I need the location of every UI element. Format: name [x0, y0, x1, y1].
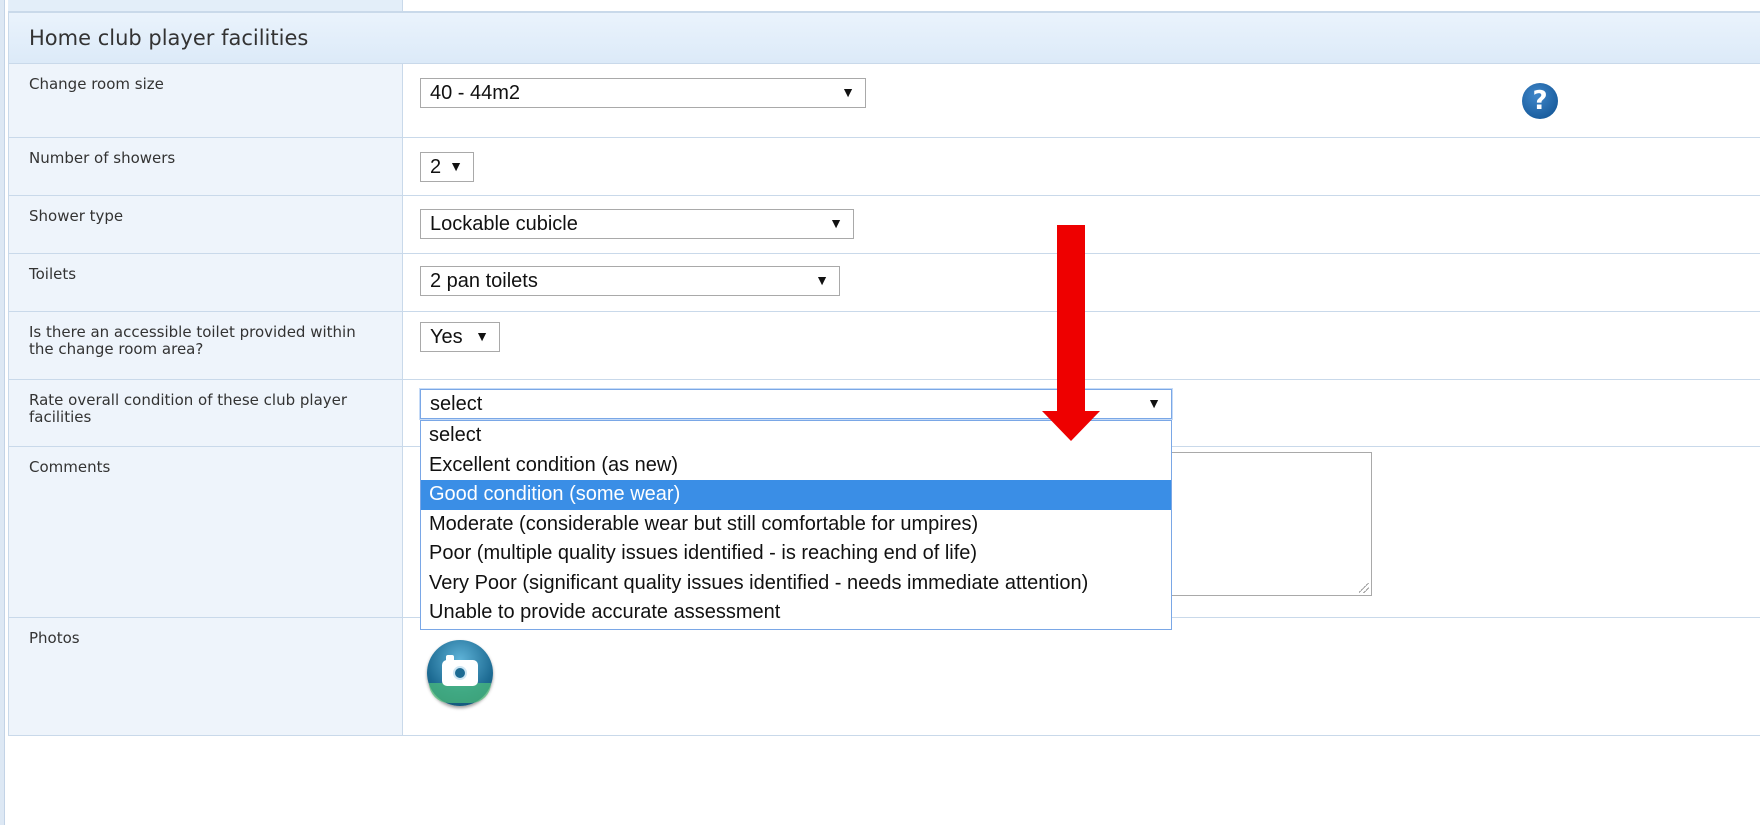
dropdown-arrow-icon: ▼	[1147, 395, 1161, 411]
shower-type-select[interactable]: Lockable cubicle ▼	[420, 209, 854, 239]
rate-condition-options-list[interactable]: select Excellent condition (as new) Good…	[420, 420, 1172, 630]
row-toilets: Toilets	[8, 254, 1760, 312]
row-number-of-showers: Number of showers	[8, 138, 1760, 196]
row-photos: Photos	[8, 618, 1760, 736]
dropdown-arrow-icon: ▼	[815, 272, 829, 288]
dropdown-arrow-icon: ▼	[841, 84, 855, 100]
change-room-size-select[interactable]: 40 - 44m2 ▼	[420, 78, 866, 108]
option-very-poor[interactable]: Very Poor (significant quality issues id…	[421, 569, 1171, 599]
photos-label: Photos	[29, 629, 80, 647]
comments-label: Comments	[29, 458, 111, 476]
previous-row-edge	[8, 0, 1760, 12]
row-accessible-toilet: Is there an accessible toilet provided w…	[8, 312, 1760, 380]
option-excellent[interactable]: Excellent condition (as new)	[421, 451, 1171, 481]
shower-type-label: Shower type	[29, 207, 124, 225]
row-shower-type: Shower type	[8, 196, 1760, 254]
showers-label: Number of showers	[29, 149, 176, 167]
option-poor[interactable]: Poor (multiple quality issues identified…	[421, 539, 1171, 569]
toilets-select[interactable]: 2 pan toilets ▼	[420, 266, 840, 296]
dropdown-arrow-icon: ▼	[829, 215, 843, 231]
comments-textarea[interactable]	[1160, 452, 1372, 596]
dropdown-arrow-icon: ▼	[475, 328, 489, 344]
frame-left-border	[0, 0, 5, 825]
help-icon[interactable]: ?	[1522, 83, 1558, 119]
section-header: Home club player facilities	[8, 12, 1760, 64]
option-moderate[interactable]: Moderate (considerable wear but still co…	[421, 510, 1171, 540]
section-title: Home club player facilities	[29, 26, 309, 50]
option-good[interactable]: Good condition (some wear)	[421, 480, 1171, 510]
red-down-arrow	[1042, 225, 1100, 441]
number-of-showers-select[interactable]: 2 ▼	[420, 152, 474, 182]
accessible-toilet-label: Is there an accessible toilet provided w…	[29, 323, 356, 358]
dropdown-arrow-icon: ▼	[449, 158, 463, 174]
change-room-size-label: Change room size	[29, 75, 164, 93]
resize-grip-icon[interactable]	[1359, 583, 1369, 593]
toilets-label: Toilets	[29, 265, 77, 283]
row-change-room-size: Change room size	[8, 64, 1760, 138]
option-unable[interactable]: Unable to provide accurate assessment	[421, 598, 1171, 628]
accessible-toilet-select[interactable]: Yes ▼	[420, 322, 500, 352]
rate-condition-label: Rate overall condition of these club pla…	[29, 391, 348, 426]
camera-icon[interactable]	[427, 640, 493, 706]
